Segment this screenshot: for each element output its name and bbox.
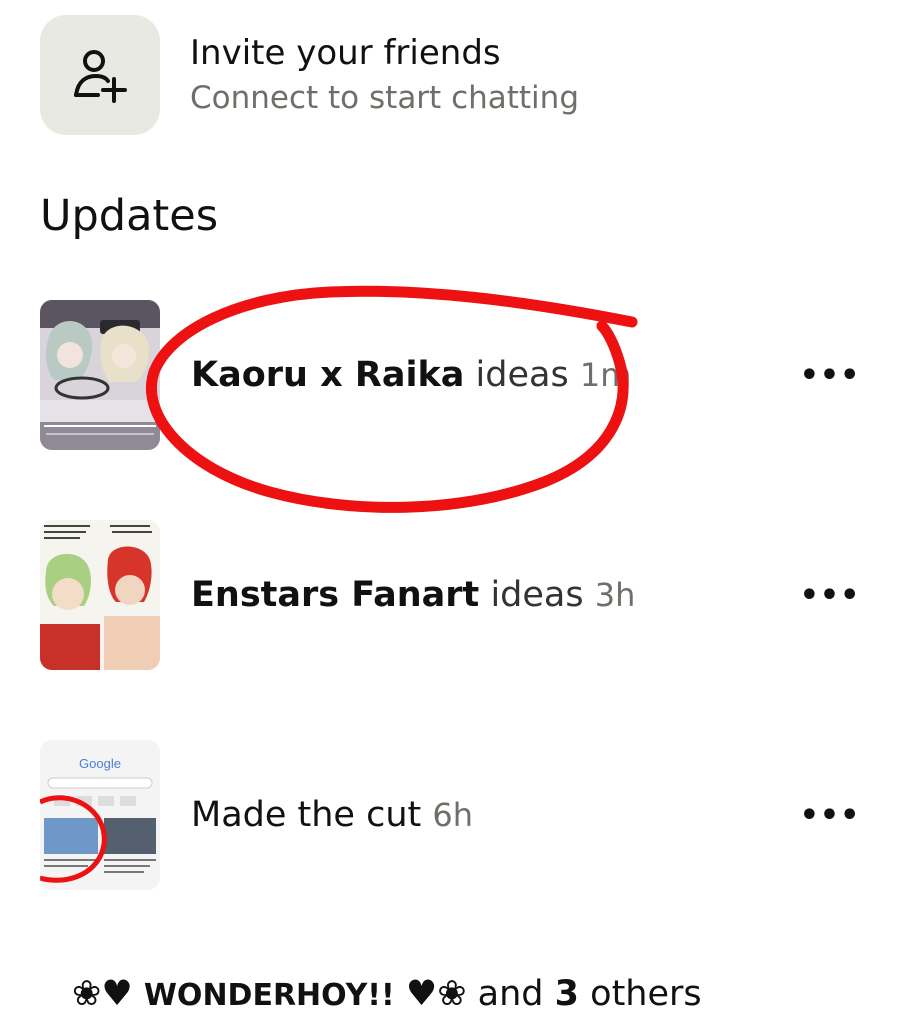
update-text: Made the cut 6h <box>191 792 800 838</box>
participant-name: WONDERHOY!! <box>143 978 395 1013</box>
joiner-text: and <box>477 974 544 1014</box>
board-suffix: ideas <box>475 355 569 395</box>
others-label: others <box>590 974 702 1014</box>
board-thumbnail[interactable] <box>40 520 160 670</box>
update-item-made-the-cut[interactable]: Google Made the cut 6h ••• <box>40 740 860 890</box>
add-person-icon <box>74 50 127 103</box>
update-text: Enstars Fanart ideas 3h <box>191 572 800 618</box>
board-suffix: ideas <box>490 575 584 615</box>
invite-friends-row[interactable]: Invite your friends Connect to start cha… <box>40 15 860 135</box>
google-search-screenshot-image: Google <box>40 740 160 890</box>
update-item-enstars-fanart[interactable]: Enstars Fanart ideas 3h ••• <box>40 520 860 670</box>
board-thumbnail[interactable]: Google <box>40 740 160 890</box>
update-time: 6h <box>432 796 474 834</box>
board-thumbnail[interactable] <box>40 300 160 450</box>
updates-heading: Updates <box>40 191 219 241</box>
prefix-symbols: ❀♥ <box>72 974 133 1014</box>
invite-text: Invite your friends Connect to start cha… <box>190 31 579 119</box>
board-title: Made the cut <box>191 795 422 835</box>
update-time: 3h <box>594 576 636 614</box>
suffix-symbols: ♥❀ <box>405 974 467 1014</box>
participants-line: ❀♥ WONDERHOY!! ♥❀ and 3 others <box>72 970 702 1020</box>
anime-car-scene-image <box>40 300 160 450</box>
google-logo-text: Google <box>79 756 121 771</box>
more-options-button[interactable]: ••• <box>800 575 860 615</box>
board-name: Kaoru x Raika <box>191 355 465 395</box>
more-options-button[interactable]: ••• <box>800 795 860 835</box>
update-text: Kaoru x Raika ideas 1m <box>191 352 800 398</box>
anime-two-characters-image <box>40 520 160 670</box>
invite-subtitle: Connect to start chatting <box>190 80 579 116</box>
board-name: Enstars Fanart <box>191 575 480 615</box>
invite-title: Invite your friends <box>190 33 501 73</box>
invite-icon-box[interactable] <box>40 15 160 135</box>
more-options-button[interactable]: ••• <box>800 355 860 395</box>
others-count: 3 <box>554 974 580 1014</box>
update-item-kaoru-raika[interactable]: Kaoru x Raika ideas 1m ••• <box>40 300 860 450</box>
update-time: 1m <box>579 356 632 394</box>
